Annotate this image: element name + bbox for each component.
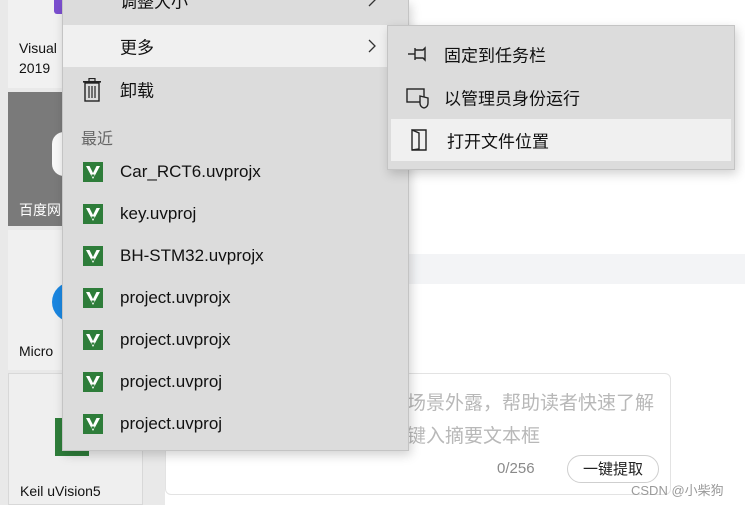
submenu-item-open-location[interactable]: 打开文件位置 bbox=[391, 119, 731, 161]
tile-label: Keil uVision5 bbox=[20, 483, 101, 499]
tile-label: Visual 2019 bbox=[19, 40, 57, 76]
chevron-right-icon bbox=[368, 0, 376, 7]
recent-file-item[interactable]: project.uvproj bbox=[63, 403, 408, 445]
menu-item-uninstall[interactable]: 卸载 bbox=[63, 68, 408, 110]
recent-section-header: 最近 bbox=[81, 131, 114, 148]
recent-file-label: project.uvproj bbox=[120, 372, 223, 391]
recent-file-label: BH-STM32.uvprojx bbox=[120, 246, 264, 265]
keil-project-icon bbox=[83, 330, 103, 350]
recent-file-label: Car_RCT6.uvprojx bbox=[120, 162, 261, 181]
menu-item-label: 卸载 bbox=[120, 81, 154, 101]
summary-placeholder-line1: 场景外露，帮助读者快速了解 bbox=[407, 393, 655, 414]
recent-file-label: project.uvproj bbox=[120, 414, 223, 433]
extract-summary-button[interactable]: 一键提取 bbox=[567, 455, 659, 483]
recent-file-item[interactable]: BH-STM32.uvprojx bbox=[63, 235, 408, 277]
recent-file-item[interactable]: project.uvprojx bbox=[63, 277, 408, 319]
submenu-item-run-as-admin[interactable]: 以管理员身份运行 bbox=[388, 76, 734, 118]
folder-open-icon bbox=[411, 128, 427, 151]
keil-project-icon bbox=[83, 288, 103, 308]
recent-file-item[interactable]: key.uvproj bbox=[63, 193, 408, 235]
submenu-item-label: 固定到任务栏 bbox=[444, 46, 546, 66]
tile-label: 百度网 bbox=[19, 202, 61, 218]
menu-item-label: 调整大小 bbox=[120, 0, 188, 12]
submenu-item-label: 打开文件位置 bbox=[447, 132, 549, 152]
tile-label: Micro bbox=[19, 343, 54, 359]
menu-item-more[interactable]: 更多 bbox=[63, 25, 408, 67]
keil-project-icon bbox=[83, 414, 103, 434]
menu-item-label: 更多 bbox=[120, 38, 154, 58]
more-submenu: 固定到任务栏 以管理员身份运行 打开文件位置 bbox=[387, 25, 735, 170]
shield-icon bbox=[406, 88, 429, 109]
pin-icon bbox=[408, 46, 426, 62]
submenu-item-pin-taskbar[interactable]: 固定到任务栏 bbox=[388, 33, 734, 75]
recent-file-label: project.uvprojx bbox=[120, 330, 231, 349]
recent-file-item[interactable]: project.uvproj bbox=[63, 361, 408, 403]
menu-item-resize[interactable]: 调整大小 bbox=[63, 0, 408, 21]
recent-file-item[interactable]: Car_RCT6.uvprojx bbox=[63, 151, 408, 193]
keil-project-icon bbox=[83, 372, 103, 392]
recent-file-item[interactable]: project.uvprojx bbox=[63, 319, 408, 361]
chevron-right-icon bbox=[368, 39, 376, 53]
keil-project-icon bbox=[83, 246, 103, 266]
context-menu: 调整大小 更多 卸载 最近 Car_RCT6.uvprojx key.uvproj… bbox=[62, 0, 409, 451]
summary-char-counter: 0/256 bbox=[497, 460, 535, 477]
keil-project-icon bbox=[83, 162, 103, 182]
watermark: CSDN @小柴狗 bbox=[631, 483, 724, 498]
recent-file-label: project.uvprojx bbox=[120, 288, 231, 307]
summary-placeholder-line2: 键入摘要文本框 bbox=[407, 426, 541, 447]
recent-file-label: key.uvproj bbox=[120, 204, 197, 223]
trash-icon bbox=[83, 78, 101, 102]
submenu-item-label: 以管理员身份运行 bbox=[444, 89, 580, 109]
keil-project-icon bbox=[83, 204, 103, 224]
